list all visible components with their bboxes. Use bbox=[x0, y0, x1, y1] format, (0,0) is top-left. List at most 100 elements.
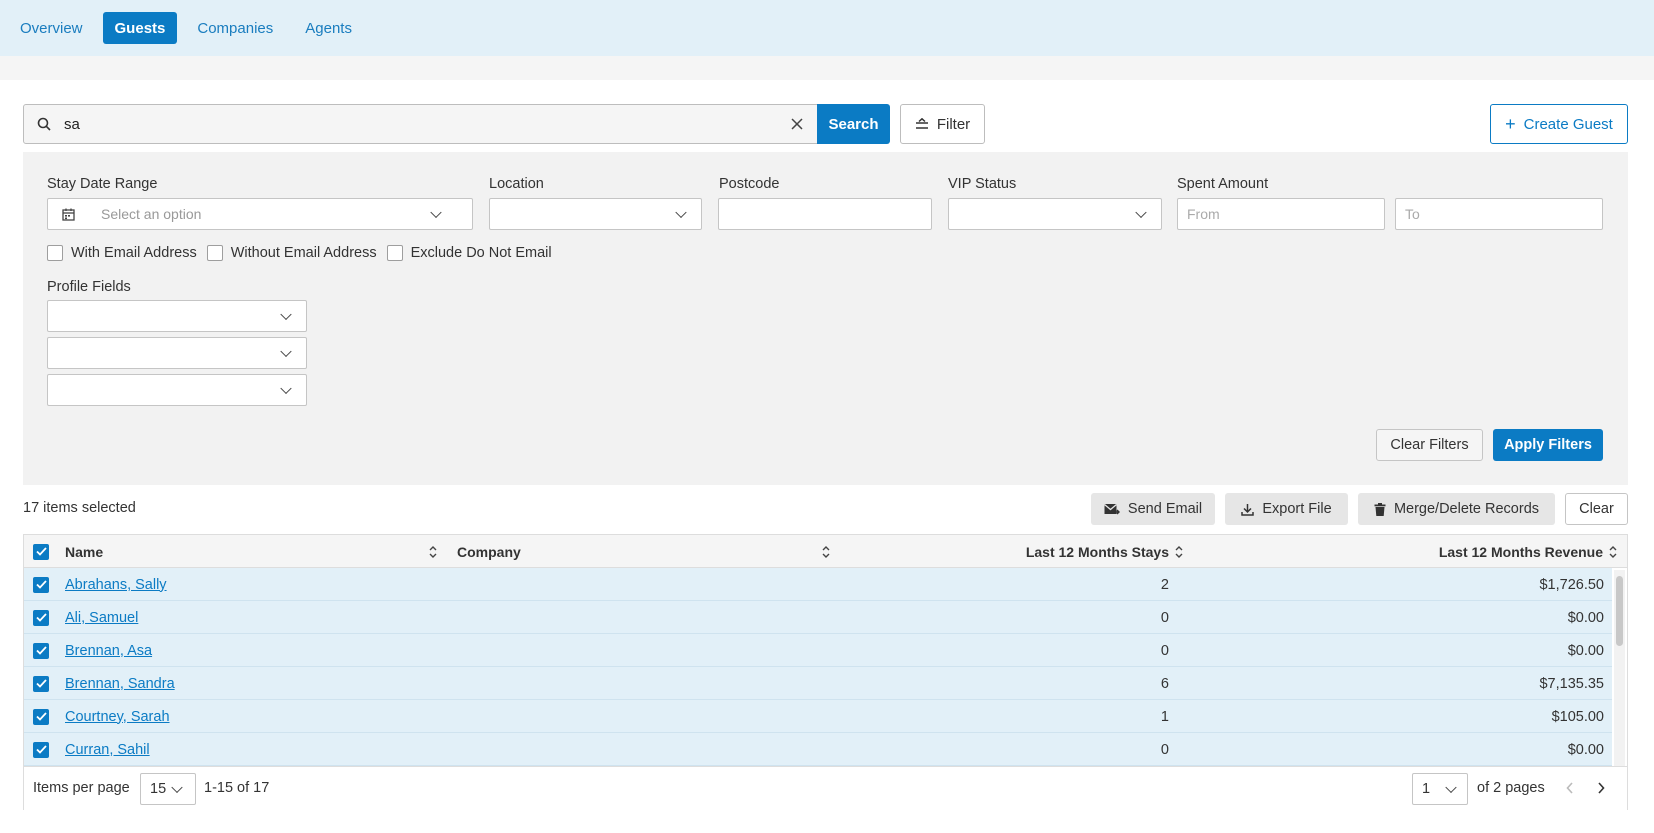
clear-selection-button[interactable]: Clear bbox=[1565, 493, 1628, 525]
guest-name-link[interactable]: Curran, Sahil bbox=[65, 742, 150, 758]
revenue-cell: $0.00 bbox=[1567, 642, 1604, 659]
row-checkbox[interactable] bbox=[33, 634, 49, 667]
spent-from-placeholder: From bbox=[1187, 206, 1220, 222]
search-bar bbox=[23, 104, 818, 144]
checkmark-icon bbox=[33, 708, 49, 725]
row-checkbox[interactable] bbox=[33, 733, 49, 766]
table-row[interactable]: Abrahans, Sally 2 $1,726.50 bbox=[24, 568, 1612, 601]
postcode-label: Postcode bbox=[719, 176, 780, 192]
email-icon bbox=[1104, 503, 1120, 514]
sort-icon[interactable] bbox=[1174, 535, 1184, 568]
checkmark-icon bbox=[33, 609, 49, 626]
postcode-input[interactable] bbox=[718, 198, 932, 230]
sort-icon[interactable] bbox=[1608, 535, 1618, 568]
without-email-label: Without Email Address bbox=[230, 245, 377, 261]
table-row[interactable]: Ali, Samuel 0 $0.00 bbox=[24, 601, 1612, 634]
guest-name-link[interactable]: Ali, Samuel bbox=[65, 610, 138, 626]
filter-icon bbox=[915, 118, 928, 129]
column-header-stays[interactable]: Last 12 Months Stays bbox=[924, 535, 1169, 568]
items-per-page-select[interactable]: 15 bbox=[140, 773, 196, 805]
stay-date-range-label: Stay Date Range bbox=[47, 176, 158, 192]
pages-text: of 2 pages bbox=[1477, 780, 1545, 796]
stays-cell: 0 bbox=[1160, 609, 1169, 626]
vip-status-label: VIP Status bbox=[948, 176, 1017, 192]
revenue-cell: $0.00 bbox=[1567, 609, 1604, 626]
chevron-left-icon[interactable] bbox=[1566, 782, 1574, 798]
select-all-checkbox[interactable] bbox=[33, 535, 49, 568]
merge-delete-label: Merge/Delete Records bbox=[1393, 501, 1540, 517]
vip-status-select[interactable] bbox=[948, 198, 1162, 230]
with-email-checkbox[interactable]: With Email Address bbox=[47, 245, 197, 261]
column-header-name[interactable]: Name bbox=[65, 535, 103, 568]
guest-name-link[interactable]: Brennan, Asa bbox=[65, 643, 152, 659]
guest-name-link[interactable]: Courtney, Sarah bbox=[65, 709, 170, 725]
export-file-button[interactable]: Export File bbox=[1225, 493, 1348, 525]
chevron-down-icon bbox=[1135, 206, 1147, 219]
stay-date-range-select[interactable]: Select an option bbox=[47, 198, 473, 230]
column-header-revenue[interactable]: Last 12 Months Revenue bbox=[1324, 535, 1603, 568]
scrollbar-thumb[interactable] bbox=[1616, 576, 1623, 646]
search-button[interactable]: Search bbox=[817, 104, 890, 144]
tab-companies[interactable]: Companies bbox=[185, 12, 285, 44]
profile-field-select-1[interactable] bbox=[47, 300, 307, 332]
stays-cell: 0 bbox=[1160, 741, 1169, 758]
row-checkbox[interactable] bbox=[33, 667, 49, 700]
create-guest-button[interactable]: + Create Guest bbox=[1490, 104, 1628, 144]
checkbox[interactable] bbox=[47, 245, 63, 261]
table-row[interactable]: Brennan, Sandra 6 $7,135.35 bbox=[24, 667, 1612, 700]
with-email-label: With Email Address bbox=[71, 245, 197, 261]
sort-icon[interactable] bbox=[821, 535, 831, 568]
export-file-label: Export File bbox=[1262, 501, 1332, 517]
column-header-company[interactable]: Company bbox=[457, 535, 521, 568]
row-checkbox[interactable] bbox=[33, 601, 49, 634]
location-label: Location bbox=[489, 176, 544, 192]
apply-filters-button[interactable]: Apply Filters bbox=[1493, 429, 1603, 461]
tab-agents[interactable]: Agents bbox=[293, 12, 364, 44]
items-per-page-value: 15 bbox=[150, 781, 167, 797]
trash-icon bbox=[1374, 502, 1386, 516]
clear-search-icon[interactable] bbox=[777, 118, 817, 130]
merge-delete-button[interactable]: Merge/Delete Records bbox=[1358, 493, 1555, 525]
tab-guests[interactable]: Guests bbox=[102, 12, 178, 44]
send-email-label: Send Email bbox=[1127, 501, 1203, 517]
location-select[interactable] bbox=[489, 198, 702, 230]
guest-name-link[interactable]: Brennan, Sandra bbox=[65, 676, 175, 692]
page-select[interactable]: 1 bbox=[1412, 773, 1468, 805]
profile-field-select-2[interactable] bbox=[47, 337, 307, 369]
range-text: 1-15 of 17 bbox=[204, 780, 270, 796]
search-input[interactable] bbox=[64, 115, 777, 133]
clear-filters-button[interactable]: Clear Filters bbox=[1376, 429, 1483, 461]
profile-field-select-3[interactable] bbox=[47, 374, 307, 406]
stays-cell: 2 bbox=[1160, 576, 1169, 593]
table-body: Abrahans, Sally 2 $1,726.50 Ali, Samuel … bbox=[24, 568, 1612, 766]
table-row[interactable]: Brennan, Asa 0 $0.00 bbox=[24, 634, 1612, 667]
table-row[interactable]: Courtney, Sarah 1 $105.00 bbox=[24, 700, 1612, 733]
row-checkbox[interactable] bbox=[33, 568, 49, 601]
checkbox[interactable] bbox=[206, 245, 223, 261]
checkmark-icon bbox=[33, 543, 49, 560]
revenue-cell: $7,135.35 bbox=[1539, 675, 1604, 692]
checkbox[interactable] bbox=[386, 245, 403, 261]
checkmark-icon bbox=[33, 642, 49, 659]
create-guest-label: Create Guest bbox=[1523, 115, 1613, 133]
table-footer: Items per page 15 1-15 of 17 1 of 2 page… bbox=[24, 766, 1627, 810]
without-email-checkbox[interactable]: Without Email Address bbox=[206, 245, 377, 261]
row-checkbox[interactable] bbox=[33, 700, 49, 733]
chevron-down-icon bbox=[430, 206, 442, 219]
tab-overview[interactable]: Overview bbox=[8, 12, 95, 44]
spent-amount-to-input[interactable]: To bbox=[1395, 198, 1603, 230]
guest-name-link[interactable]: Abrahans, Sally bbox=[65, 577, 167, 593]
chevron-right-icon[interactable] bbox=[1597, 782, 1605, 798]
filter-button[interactable]: Filter bbox=[900, 104, 985, 144]
chevron-down-icon bbox=[280, 308, 292, 321]
exclude-do-not-email-checkbox[interactable]: Exclude Do Not Email bbox=[386, 245, 552, 261]
revenue-cell: $0.00 bbox=[1567, 741, 1604, 758]
table-row[interactable]: Curran, Sahil 0 $0.00 bbox=[24, 733, 1612, 766]
sort-icon[interactable] bbox=[428, 535, 438, 568]
filter-button-label: Filter bbox=[936, 115, 971, 133]
stays-cell: 0 bbox=[1160, 642, 1169, 659]
spent-amount-from-input[interactable]: From bbox=[1177, 198, 1385, 230]
plus-icon: + bbox=[1505, 114, 1516, 134]
send-email-button[interactable]: Send Email bbox=[1091, 493, 1215, 525]
table-scrollbar[interactable] bbox=[1614, 570, 1625, 766]
